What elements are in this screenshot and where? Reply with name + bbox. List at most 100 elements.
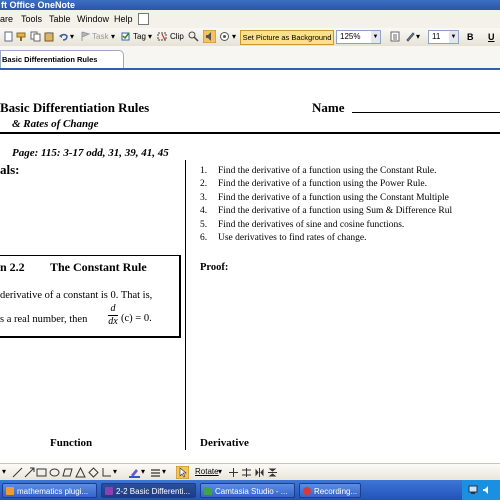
list-number: 2. [200,179,208,190]
page-subtitle: & Rates of Change [12,118,99,130]
font-size-select[interactable]: 11 ▼ [428,30,459,44]
list-text: Use derivatives to find rates of change. [218,233,367,244]
menu-item-table[interactable]: Table [49,14,71,24]
pen-icon[interactable] [405,31,416,42]
help-document-icon[interactable] [138,13,149,25]
undo-icon[interactable] [58,31,69,42]
arrange-icon[interactable] [241,467,252,478]
onenote-icon [105,487,113,495]
tag-button[interactable]: Tag [133,31,146,43]
shapes-dropdown-icon[interactable]: ▾ [113,466,117,478]
research-icon[interactable] [188,31,199,42]
arrow-tool-icon[interactable] [24,467,35,478]
flip-horizontal-icon[interactable] [254,467,265,478]
objectives-list: 1. Find the derivative of a function usin… [200,165,452,245]
theorem-line-2: s a real number, then [0,314,88,325]
page-list-icon[interactable] [390,31,401,42]
menu-item-tools[interactable]: Tools [21,14,42,24]
theorem-line-1: derivative of a constant is 0. That is, [0,290,153,301]
line-weight-icon[interactable] [150,467,161,478]
taskbar-button-label: mathematics plugi... [17,487,89,496]
pen-color-icon[interactable] [129,467,140,478]
camtasia-icon [204,487,212,495]
header-divider [0,132,500,134]
menu-item-window[interactable]: Window [77,14,109,24]
rotate-dropdown-icon[interactable]: ▾ [218,466,222,478]
task-button[interactable]: Task [92,31,108,43]
video-recording-icon[interactable] [219,31,230,42]
name-label: Name [312,100,345,115]
recording-dropdown-icon[interactable]: ▾ [232,31,236,43]
set-picture-background-button[interactable]: Set Picture as Background [240,30,334,45]
task-flag-icon[interactable] [80,31,91,42]
diamond-tool-icon[interactable] [88,467,99,478]
screen-clipping-icon[interactable] [157,31,168,42]
theorem-section-number: n 2.2 [0,260,25,274]
underline-button[interactable]: U [488,31,495,43]
list-number: 1. [200,166,208,176]
tab-basic-differentiation-rules[interactable]: Basic Differentiation Rules [0,50,124,68]
theorem-title: The Constant Rule [50,260,147,274]
taskbar-button-recording[interactable]: Recording... [299,483,361,498]
record-icon [303,487,311,495]
derivative-column-heading: Derivative [200,437,249,449]
eraser-dropdown-icon[interactable]: ▾ [2,466,6,478]
list-number: 3. [200,192,208,203]
network-icon[interactable] [468,485,478,495]
fraction-numerator: d [110,303,116,314]
derivative-fraction: d dx [108,304,118,327]
rectangle-tool-icon[interactable] [36,467,47,478]
volume-icon[interactable] [482,485,492,495]
taskbar-button-onenote[interactable]: 2-2 Basic Differenti... [101,483,196,498]
undo-dropdown-icon[interactable]: ▾ [70,31,74,43]
paste-icon[interactable] [44,31,55,42]
taskbar-button-label: Camtasia Studio - ... [215,487,288,496]
audio-recording-icon[interactable] [203,30,216,43]
parallelogram-tool-icon[interactable] [62,467,73,478]
list-item: 3. Find the derivative of a function usin… [200,192,452,205]
fraction-denominator: dx [108,316,118,327]
flip-vertical-icon[interactable] [267,467,278,478]
rotate-button[interactable]: Rotate [195,466,219,478]
taskbar-button-mathematics[interactable]: mathematics plugi... [2,483,97,498]
function-column-heading: Function [50,437,93,449]
list-text: Find the derivative of a function using … [218,206,453,217]
menu-item-help[interactable]: Help [114,14,133,24]
font-size-value: 11 [432,32,441,41]
zoom-value: 125% [340,32,361,41]
insert-space-icon[interactable] [228,467,239,478]
window-title: ft Office OneNote [1,0,76,10]
list-item: 2. Find the derivative of a function usin… [200,178,452,191]
zoom-select[interactable]: 125% ▼ [336,30,381,44]
tag-dropdown-icon[interactable]: ▾ [148,31,152,43]
chevron-down-icon[interactable]: ▼ [449,31,458,43]
page-reference: Page: 115: 3-17 odd, 31, 39, 41, 45 [12,147,169,159]
ellipse-tool-icon[interactable] [49,467,60,478]
task-dropdown-icon[interactable]: ▾ [111,31,115,43]
menu-item-share[interactable]: are [0,14,13,24]
line-tool-icon[interactable] [12,467,23,478]
proof-label: Proof: [200,262,229,273]
system-tray[interactable] [462,480,500,500]
list-item: 4. Find the derivative of a function usin… [200,205,452,218]
triangle-tool-icon[interactable] [75,467,86,478]
format-painter-icon[interactable] [16,31,27,42]
taskbar-button-label: 2-2 Basic Differenti... [116,487,191,496]
tag-checkbox-icon[interactable] [121,31,132,42]
list-text: Find the derivative of a function using … [218,166,437,176]
clip-button[interactable]: Clip [170,31,184,43]
name-blank-line [352,112,500,113]
axes-tool-icon[interactable] [101,467,112,478]
chevron-down-icon[interactable]: ▼ [371,31,380,43]
selection-tool-icon[interactable] [176,466,189,479]
taskbar-button-label: Recording... [314,487,358,496]
copy-icon[interactable] [30,31,41,42]
page-icon[interactable] [3,31,14,42]
line-weight-dropdown-icon[interactable]: ▾ [162,466,166,478]
pen-dropdown-icon[interactable]: ▾ [416,31,420,43]
bold-button[interactable]: B [467,31,474,43]
list-number: 6. [200,233,208,244]
color-dropdown-icon[interactable]: ▾ [141,466,145,478]
taskbar-button-camtasia[interactable]: Camtasia Studio - ... [200,483,295,498]
list-text: Find the derivatives of sine and cosine … [218,219,405,230]
